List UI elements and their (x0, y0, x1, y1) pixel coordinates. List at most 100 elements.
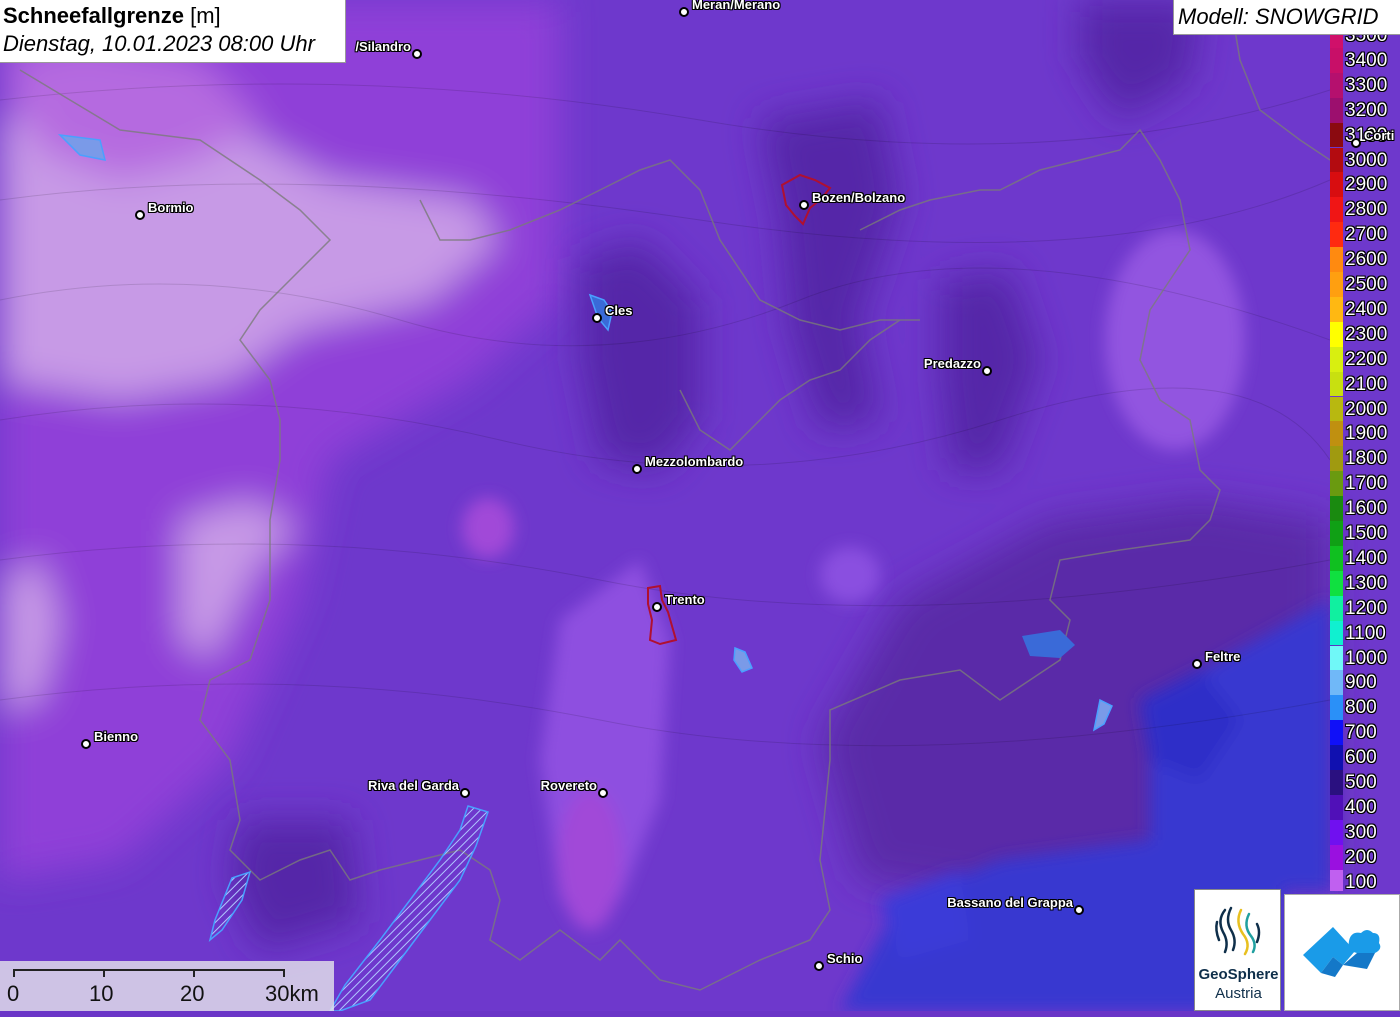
legend-row: 1700 (1330, 471, 1400, 497)
scale-tick (193, 969, 195, 977)
legend-row: 3500 (1330, 35, 1400, 48)
city-marker-dot[interactable] (460, 788, 470, 798)
scale-bar: 0 10 20 30km (0, 961, 334, 1011)
legend-swatch (1330, 122, 1343, 148)
city-marker-dot[interactable] (135, 210, 145, 220)
legend-swatch (1330, 770, 1343, 795)
legend-swatch (1330, 844, 1343, 870)
geosphere-logo[interactable]: GeoSphere Austria (1194, 889, 1281, 1011)
legend-row: 2100 (1330, 371, 1400, 397)
model-label: Modell: SNOWGRID (1173, 0, 1400, 35)
legend-swatch (1330, 371, 1343, 397)
city-marker-dot[interactable] (982, 366, 992, 376)
city-marker-dot[interactable] (652, 602, 662, 612)
legend-swatch (1330, 147, 1343, 173)
legend-label: 2100 (1345, 373, 1388, 395)
city-marker-dot[interactable] (814, 961, 824, 971)
legend-label: 100 (1345, 871, 1377, 891)
scale-label-30km: 30km (265, 981, 319, 1006)
legend-row: 2200 (1330, 346, 1400, 372)
city-marker-dot[interactable] (1192, 659, 1202, 669)
legend-row: 200 (1330, 844, 1400, 870)
city-marker-dot[interactable] (412, 49, 422, 59)
city-label[interactable]: Bienno (94, 729, 138, 745)
city-label[interactable]: Mezzolombardo (645, 454, 743, 470)
legend-swatch (1330, 745, 1343, 770)
legend-swatch (1330, 496, 1343, 521)
legend-row: 2700 (1330, 222, 1400, 248)
legend-row: 2400 (1330, 296, 1400, 322)
city-marker-dot[interactable] (1074, 905, 1084, 915)
city-marker-dot[interactable] (592, 313, 602, 323)
legend-label: 200 (1345, 846, 1377, 868)
scale-label-10: 10 (89, 981, 114, 1006)
legend-label: 3200 (1345, 99, 1388, 121)
legend-row: 2300 (1330, 321, 1400, 347)
legend-label: 300 (1345, 821, 1377, 843)
legend-row: 1600 (1330, 496, 1400, 521)
city-label[interactable]: Corti (1364, 128, 1394, 144)
city-marker-dot[interactable] (799, 200, 809, 210)
legend-label: 3000 (1345, 149, 1388, 171)
legend-row: 1300 (1330, 570, 1400, 596)
legend-swatch (1330, 421, 1343, 447)
city-label[interactable]: Meran/Merano (692, 0, 780, 13)
legend-label: 1000 (1345, 647, 1388, 669)
legend-swatch (1330, 645, 1343, 671)
legend-row: 2500 (1330, 272, 1400, 297)
city-label[interactable]: Schio (827, 951, 862, 967)
legend-label: 2300 (1345, 323, 1388, 345)
legend-swatch (1330, 695, 1343, 721)
city-label[interactable]: Feltre (1205, 649, 1240, 665)
legend-label: 2700 (1345, 224, 1388, 246)
city-marker-dot[interactable] (81, 739, 91, 749)
legend-row: 100 (1330, 869, 1400, 891)
city-marker-dot[interactable] (598, 788, 608, 798)
city-label[interactable]: Bozen/Bolzano (812, 190, 905, 206)
app-logo[interactable] (1284, 894, 1400, 1011)
forecast-datetime: Dienstag, 10.01.2023 08:00 Uhr (3, 31, 315, 56)
legend-swatch (1330, 396, 1343, 422)
scale-tick (283, 969, 285, 977)
legend-swatch (1330, 670, 1343, 696)
legend-label: 1900 (1345, 423, 1388, 445)
city-label[interactable]: /Silandro (355, 39, 411, 55)
scale-bar-line (13, 969, 283, 971)
city-label[interactable]: Bassano del Grappa (947, 895, 1073, 911)
legend-swatch (1330, 595, 1343, 621)
legend-row: 1000 (1330, 645, 1400, 671)
legend-label: 1800 (1345, 448, 1388, 470)
city-label[interactable]: Bormio (148, 200, 194, 216)
legend-swatch (1330, 222, 1343, 248)
legend-row: 2900 (1330, 172, 1400, 198)
legend-swatch (1330, 346, 1343, 372)
city-marker-dot[interactable] (1351, 138, 1361, 148)
legend-row: 3400 (1330, 47, 1400, 73)
legend-label: 2400 (1345, 298, 1388, 320)
scale-tick (13, 969, 15, 977)
legend-label: 2200 (1345, 348, 1388, 370)
legend-label: 800 (1345, 697, 1377, 719)
legend-swatch (1330, 720, 1343, 746)
legend-label: 1300 (1345, 572, 1388, 594)
legend-row: 1100 (1330, 620, 1400, 646)
legend-swatch (1330, 35, 1343, 48)
legend-row: 1500 (1330, 521, 1400, 546)
legend-label: 2900 (1345, 174, 1388, 196)
city-marker-dot[interactable] (632, 464, 642, 474)
city-label[interactable]: Rovereto (541, 778, 597, 794)
legend-label: 2500 (1345, 274, 1388, 295)
legend-swatch (1330, 272, 1343, 297)
city-marker-dot[interactable] (679, 7, 689, 17)
legend-swatch (1330, 446, 1343, 472)
scale-label-0: 0 (7, 981, 20, 1006)
legend-label: 700 (1345, 722, 1377, 744)
legend-label: 1700 (1345, 473, 1388, 495)
snowfall-limit-map[interactable] (0, 0, 1400, 1011)
city-label[interactable]: Cles (605, 303, 632, 319)
city-label[interactable]: Predazzo (924, 356, 981, 372)
city-label[interactable]: Trento (665, 592, 705, 608)
legend-swatch (1330, 72, 1343, 98)
legend-label: 1100 (1345, 622, 1386, 644)
city-label[interactable]: Riva del Garda (368, 778, 459, 794)
